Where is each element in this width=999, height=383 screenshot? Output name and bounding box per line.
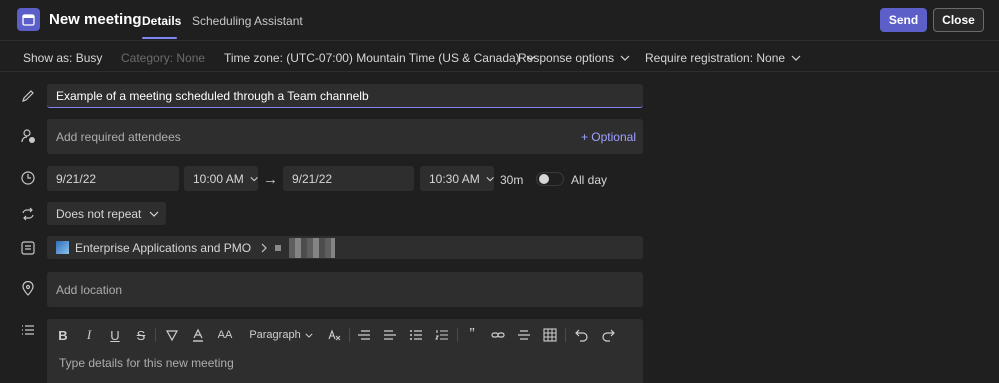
chevron-right-icon xyxy=(261,243,267,252)
horizontal-rule-icon[interactable] xyxy=(515,326,533,344)
bulleted-list-icon[interactable] xyxy=(407,326,425,344)
page-title: New meeting xyxy=(49,11,142,28)
arrow-right-icon: → xyxy=(263,171,278,188)
response-options-label: Response options xyxy=(518,51,615,65)
location-icon xyxy=(22,281,34,296)
toolbar-divider xyxy=(155,328,156,342)
show-as-dropdown[interactable]: Show as: Busy xyxy=(23,51,102,65)
paragraph-label: Paragraph xyxy=(249,329,301,341)
team-avatar xyxy=(56,241,69,254)
toolbar-divider xyxy=(565,328,566,342)
tab-scheduling-assistant[interactable]: Scheduling Assistant xyxy=(192,14,303,28)
highlight-icon[interactable] xyxy=(163,326,181,344)
registration-dropdown[interactable]: Require registration: None xyxy=(645,51,801,65)
start-time-dropdown[interactable]: 10:00 AM xyxy=(184,166,258,191)
repeat-icon xyxy=(22,207,34,221)
meeting-title-input[interactable]: Example of a meeting scheduled through a… xyxy=(47,84,643,108)
details-list-icon xyxy=(22,325,34,335)
category-label: Category: None xyxy=(121,51,206,65)
decrease-indent-icon[interactable] xyxy=(355,326,373,344)
pencil-icon xyxy=(22,90,34,102)
font-size-icon[interactable]: AA xyxy=(215,326,235,344)
close-button[interactable]: Close xyxy=(933,8,984,32)
chevron-down-icon xyxy=(149,211,159,217)
tab-details[interactable]: Details xyxy=(142,14,181,28)
toggle-knob xyxy=(539,174,549,184)
time-zone-label: Time zone: (UTC-07:00) Mountain Time (US… xyxy=(224,51,520,65)
underline-icon[interactable]: U xyxy=(107,326,123,344)
time-zone-dropdown[interactable]: Time zone: (UTC-07:00) Mountain Time (US… xyxy=(224,51,536,65)
italic-icon[interactable]: I xyxy=(81,326,97,344)
add-optional-button[interactable]: + Optional xyxy=(581,130,636,144)
registration-label: Require registration: None xyxy=(645,51,786,65)
redacted-mark xyxy=(275,244,282,251)
all-day-label: All day xyxy=(571,173,608,187)
undo-icon[interactable] xyxy=(573,326,591,344)
bold-icon[interactable]: B xyxy=(55,326,71,344)
chevron-down-icon xyxy=(486,176,494,181)
details-editor[interactable]: B I U S AA Paragraph ” Type details for … xyxy=(47,319,643,383)
response-options-dropdown[interactable]: Response options xyxy=(518,51,630,65)
chevron-down-icon xyxy=(791,55,801,61)
attendees-placeholder: Add required attendees xyxy=(56,129,181,144)
numbered-list-icon[interactable] xyxy=(433,326,451,344)
redo-icon[interactable] xyxy=(599,326,617,344)
table-icon[interactable] xyxy=(541,326,559,344)
chevron-down-icon xyxy=(620,55,630,61)
strikethrough-icon[interactable]: S xyxy=(133,326,149,344)
calendar-icon xyxy=(17,8,40,31)
toolbar-divider xyxy=(457,328,458,342)
attendees-input[interactable]: Add required attendees + Optional xyxy=(47,119,643,154)
end-date-picker[interactable]: 9/21/22 xyxy=(283,166,414,191)
channel-icon xyxy=(21,241,35,255)
redacted-channel-name xyxy=(289,237,336,258)
chevron-down-icon xyxy=(305,333,313,338)
end-time-value: 10:30 AM xyxy=(429,171,480,186)
channel-field[interactable]: Enterprise Applications and PMO xyxy=(47,236,643,259)
start-date-picker[interactable]: 9/21/22 xyxy=(47,166,179,191)
increase-indent-icon[interactable] xyxy=(381,326,399,344)
tab-active-indicator xyxy=(142,37,177,39)
show-as-label: Show as: Busy xyxy=(23,51,103,65)
end-time-dropdown[interactable]: 10:30 AM xyxy=(420,166,494,191)
chevron-down-icon xyxy=(250,176,258,181)
details-placeholder: Type details for this new meeting xyxy=(59,356,234,370)
category-dropdown[interactable]: Category: None xyxy=(121,51,205,65)
channel-label: Enterprise Applications and PMO xyxy=(75,240,252,255)
options-bar: Show as: Busy Category: None Time zone: … xyxy=(0,42,999,72)
repeat-dropdown[interactable]: Does not repeat xyxy=(47,202,166,225)
clock-icon xyxy=(21,171,35,185)
send-button[interactable]: Send xyxy=(880,8,927,32)
quote-icon[interactable]: ” xyxy=(463,326,481,344)
repeat-value: Does not repeat xyxy=(56,206,142,221)
all-day-toggle[interactable] xyxy=(536,172,564,186)
paragraph-dropdown[interactable]: Paragraph xyxy=(249,326,313,344)
toolbar-divider xyxy=(349,328,350,342)
start-time-value: 10:00 AM xyxy=(193,171,244,186)
add-person-icon xyxy=(21,129,35,143)
duration-label: 30m xyxy=(500,173,524,187)
link-icon[interactable] xyxy=(489,326,507,344)
location-input[interactable]: Add location xyxy=(47,272,643,307)
clear-formatting-icon[interactable] xyxy=(325,326,343,344)
header: New meeting Details Scheduling Assistant… xyxy=(0,0,999,41)
font-color-icon[interactable] xyxy=(189,326,207,344)
